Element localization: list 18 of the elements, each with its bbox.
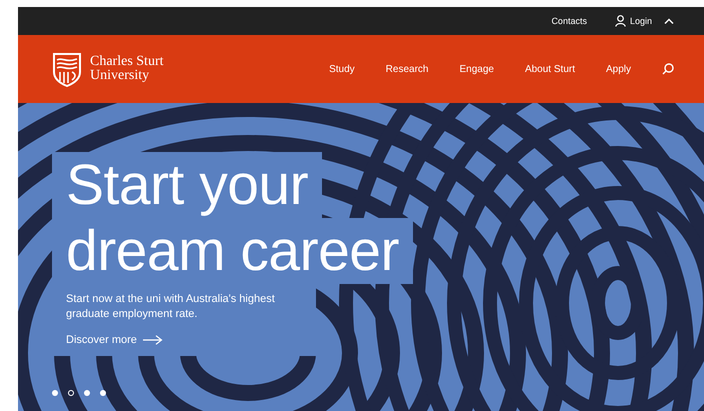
nav-link[interactable]: Study — [329, 64, 355, 74]
hero-description: Start now at the uni with Australia's highest graduate employment rate. — [66, 292, 276, 322]
arrow-right-icon — [142, 335, 163, 345]
chevron-icon[interactable] — [664, 18, 674, 24]
search-icon[interactable] — [662, 63, 674, 75]
nav-link[interactable]: About Sturt — [524, 64, 575, 74]
login-link[interactable]: Login — [614, 15, 652, 27]
shield-icon — [52, 52, 82, 86]
nav-link[interactable]: Apply — [606, 64, 631, 74]
nav-link[interactable]: Engage — [459, 64, 494, 74]
discover-more-link[interactable]: Discover more — [66, 334, 302, 346]
nav-link[interactable]: Research — [386, 64, 428, 74]
hero-headline: Start your — [66, 152, 308, 218]
slide-dot[interactable] — [68, 390, 74, 396]
university-logo[interactable]: Charles Sturt University — [52, 52, 174, 86]
hero-headline: dream career — [66, 218, 399, 284]
user-icon — [614, 15, 626, 27]
contacts-link[interactable]: Contacts — [551, 16, 587, 26]
